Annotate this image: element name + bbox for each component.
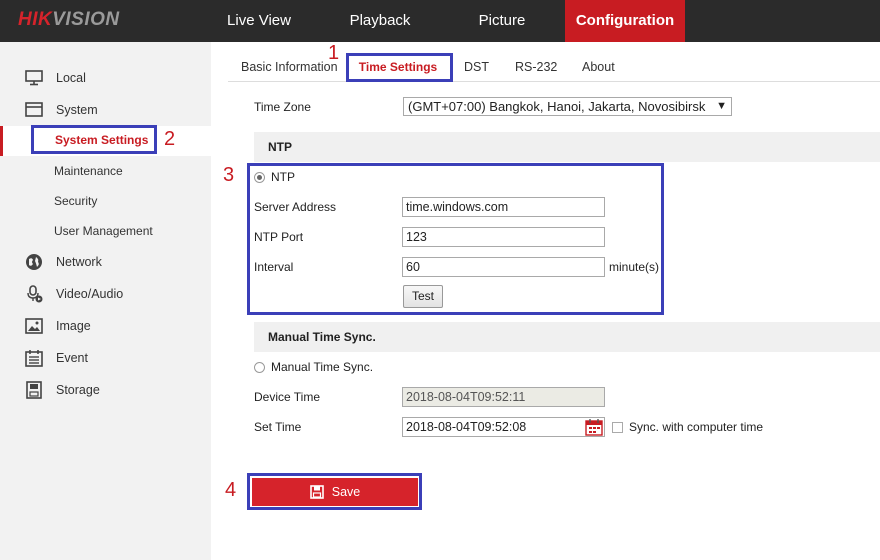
set-time-input[interactable] [402, 417, 605, 437]
nav-live-view[interactable]: Live View [210, 0, 308, 42]
tab-dst[interactable]: DST [464, 60, 489, 74]
device-time-field [402, 387, 605, 407]
time-zone-label: Time Zone [254, 100, 311, 114]
server-address-input[interactable] [402, 197, 605, 217]
image-icon [24, 317, 44, 335]
sync-computer-time-label: Sync. with computer time [629, 420, 764, 434]
calendar-icon [24, 349, 44, 367]
ntp-port-label: NTP Port [254, 230, 304, 244]
sidebar-item-label: Event [56, 351, 88, 365]
sidebar-item-label: Image [56, 319, 91, 333]
hikvision-logo: HIKVISION [18, 9, 120, 30]
time-zone-value: (GMT+07:00) Bangkok, Hanoi, Jakarta, Nov… [408, 99, 706, 114]
monitor-icon [24, 69, 44, 87]
ntp-radio[interactable] [254, 172, 265, 183]
tab-bar: Basic Information Time Settings DST RS-2… [228, 52, 880, 82]
manual-sync-section-header: Manual Time Sync. [254, 322, 880, 352]
calendar-picker-icon[interactable] [585, 418, 603, 439]
annotation-number-2: 2 [164, 128, 176, 150]
manual-sync-section-title: Manual Time Sync. [268, 330, 376, 344]
tab-rs232[interactable]: RS-232 [515, 60, 557, 74]
sidebar: Local System System Settings Maintenance… [0, 42, 211, 560]
ntp-section-title: NTP [268, 140, 292, 154]
sidebar-item-system[interactable]: System [0, 97, 211, 123]
manual-sync-radio[interactable] [254, 362, 265, 373]
time-zone-select[interactable]: (GMT+07:00) Bangkok, Hanoi, Jakarta, Nov… [403, 97, 732, 116]
server-address-label: Server Address [254, 200, 337, 214]
nav-picture[interactable]: Picture [452, 0, 552, 42]
sidebar-item-security[interactable]: Security [54, 192, 97, 210]
sidebar-item-maintenance[interactable]: Maintenance [54, 162, 123, 180]
annotation-number-1: 1 [328, 42, 340, 64]
floppy-disk-icon [309, 485, 324, 499]
sidebar-item-label: System [56, 103, 98, 117]
interval-unit-label: minute(s) [609, 260, 660, 274]
dropdown-arrow-icon: ▼ [716, 100, 727, 112]
annotation-box-1 [346, 53, 453, 82]
microphone-video-icon [24, 285, 44, 303]
sidebar-item-user-management[interactable]: User Management [54, 222, 153, 240]
sidebar-item-storage[interactable]: Storage [0, 377, 211, 403]
sidebar-item-label: Video/Audio [56, 287, 124, 301]
sidebar-item-image[interactable]: Image [0, 313, 211, 339]
save-button-label: Save [331, 485, 361, 499]
device-time-label: Device Time [254, 390, 321, 404]
interval-input[interactable] [402, 257, 605, 277]
annotation-number-4: 4 [225, 479, 237, 501]
sidebar-item-video-audio[interactable]: Video/Audio [0, 281, 211, 307]
system-window-icon [24, 101, 44, 119]
sidebar-item-label: Local [56, 71, 86, 85]
storage-disk-icon [24, 381, 44, 399]
tab-about[interactable]: About [582, 60, 615, 74]
ntp-section-header: NTP [254, 132, 880, 162]
ntp-radio-label: NTP [271, 170, 295, 184]
sidebar-item-local[interactable]: Local [0, 65, 211, 91]
nav-configuration[interactable]: Configuration [565, 0, 685, 42]
interval-label: Interval [254, 260, 294, 274]
test-button[interactable]: Test [403, 285, 443, 308]
sidebar-item-event[interactable]: Event [0, 345, 211, 371]
sidebar-item-label: Storage [56, 383, 100, 397]
sync-computer-time-checkbox[interactable] [612, 422, 623, 433]
annotation-number-3: 3 [223, 164, 235, 186]
tab-basic-information[interactable]: Basic Information [241, 60, 338, 74]
sidebar-item-label: Network [56, 255, 102, 269]
set-time-label: Set Time [254, 420, 302, 434]
ntp-port-input[interactable] [402, 227, 605, 247]
globe-icon [24, 253, 44, 271]
top-navigation: Live View Playback Picture Configuration [210, 0, 685, 42]
sidebar-item-network[interactable]: Network [0, 249, 211, 275]
top-bar: HIKVISION Live View Playback Picture Con… [0, 0, 880, 42]
manual-sync-radio-label: Manual Time Sync. [271, 360, 374, 374]
nav-playback[interactable]: Playback [308, 0, 452, 42]
annotation-box-2 [31, 125, 157, 154]
save-button[interactable]: Save [252, 478, 418, 506]
